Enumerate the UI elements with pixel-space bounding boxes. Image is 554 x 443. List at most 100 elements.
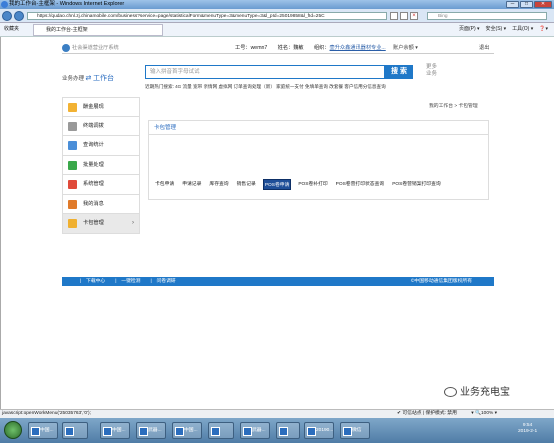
bing-search-input[interactable]: Bing [427, 12, 547, 20]
workbench-label[interactable]: 工作台 [93, 75, 114, 82]
cardpack-panel: 卡包管理 卡包申请 申请记录 库存查询 销售记录 POS卷申请 POS卷补打印 … [148, 120, 489, 200]
sidebar-menu: 酬金展现 终端调拨 查询统计 批量处理 系统管理 我的消息 卡包管理 › [62, 97, 140, 234]
help-menu[interactable]: ❓▾ [539, 23, 548, 36]
tab-pos-reprint[interactable]: POS卷补打印 [297, 179, 328, 190]
tab-sales-records[interactable]: 销售记录 [236, 179, 257, 190]
tab-pos-campaign-print[interactable]: POS卷营销案打印查询 [391, 179, 442, 190]
watermark: 业务充电宝 [444, 383, 510, 398]
query-icon [68, 141, 77, 150]
back-icon[interactable] [2, 11, 12, 21]
swap-icon: ⇄ [85, 75, 92, 82]
sidebar-item-batch[interactable]: 批量处理 [62, 155, 140, 175]
search-button[interactable]: 搜 索 [385, 65, 413, 79]
tab-stock-query[interactable]: 库存查询 [208, 179, 229, 190]
sidebar-item-label: 系统管理 [83, 181, 104, 187]
one-click-check-link[interactable]: | 一键检测 [115, 277, 140, 286]
taskbar-item[interactable]: 中国... [100, 422, 130, 439]
panel-tabs: 卡包申请 申请记录 库存查询 销售记录 POS卷申请 POS卷补打印 POS卷营… [154, 179, 442, 190]
cardpack-icon [68, 219, 77, 228]
footer-links: | 下载中心 | 一键检测 | 问卷调研 [80, 277, 176, 286]
survey-link[interactable]: | 问卷调研 [150, 277, 175, 286]
panel-title: 卡包管理 [149, 121, 488, 135]
clock-date: 2019-2-1 [518, 429, 538, 434]
command-bar: 页面(P) ▾ 安全(S) ▾ 工具(O) ▾ ❓▾ [459, 23, 548, 36]
system-icon [68, 180, 77, 189]
close-button[interactable]: ✕ [534, 1, 552, 8]
favorites-bar: 收藏夹 我的工作台-主框架 页面(P) ▾ 安全(S) ▾ 工具(O) ▾ ❓▾ [0, 23, 554, 37]
sidebar-item-label: 批量处理 [83, 161, 104, 168]
site-name: 社会渠道营业厅系统 [72, 45, 119, 51]
window-title: 我的工作台-主框架 - Windows Internet Explorer [9, 1, 125, 7]
org-link[interactable]: 壶升众鑫通讯器材专业... [330, 45, 386, 51]
taskbar-item[interactable] [62, 422, 88, 439]
address-input[interactable]: https://qudao.chnl.zj.chinamobile.com/bu… [27, 12, 387, 20]
sidebar-item-label: 查询统计 [83, 142, 104, 148]
tab-card-apply[interactable]: 卡包申请 [154, 179, 175, 190]
refresh-icon[interactable] [390, 12, 398, 20]
minimize-button[interactable]: ─ [506, 1, 519, 8]
tools-menu[interactable]: 工具(O) ▾ [512, 23, 533, 36]
user-details: 工号：wemn7 姓名：魏敏 组织： [235, 45, 330, 51]
rewards-icon [68, 103, 77, 112]
sidebar-item-cardpack[interactable]: 卡包管理 › [62, 214, 140, 234]
batch-icon [68, 160, 77, 170]
taskbar-item[interactable]: 武器... [136, 422, 166, 439]
tab-apply-records[interactable]: 申请记录 [181, 179, 202, 190]
site-footer: | 下载中心 | 一键检测 | 问卷调研 ©中国移动通信集团版权所有 [62, 277, 494, 286]
tab-pos-apply[interactable]: POS卷申请 [262, 179, 292, 190]
sidebar-item-label: 终端调拨 [83, 122, 104, 129]
safety-menu[interactable]: 安全(S) ▾ [486, 23, 507, 36]
watermark-text: 业务充电宝 [460, 387, 510, 398]
site-logo: 社会渠道营业厅系统 [62, 42, 119, 54]
status-bar: javascript:openWorkMenu('25035763','0');… [0, 409, 554, 418]
logout-link[interactable]: 退出 [479, 42, 489, 54]
zone-and-zoom[interactable]: ✔ 可信站点 | 保护模式: 禁用 ▾ 🔍100% ▾ [397, 410, 497, 418]
system-clock[interactable]: 9:54 2019-2-1 [518, 423, 537, 435]
taskbar-item[interactable]: 中国... [28, 422, 58, 439]
biz-label-text: 业务办理 [62, 76, 85, 82]
account-balance-menu[interactable]: 账户余额 ▾ [393, 42, 418, 54]
wechat-icon [444, 387, 457, 398]
taskbar: 中国... 中国... 武器... 中国... 武器... 20190... 微… [0, 418, 554, 443]
terminal-icon [68, 121, 77, 131]
window-controls: ─ □ ✕ [506, 1, 552, 8]
biz-label: 业务办理 ⇄ 工作台 [62, 73, 114, 83]
page-menu[interactable]: 页面(P) ▾ [459, 23, 480, 36]
ie-logo-icon [1, 1, 8, 8]
status-text: javascript:openWorkMenu('25035763','0'); [2, 411, 91, 416]
sidebar-item-messages[interactable]: 我的消息 [62, 194, 140, 214]
taskbar-item[interactable] [276, 422, 300, 439]
more-business-link[interactable]: 更多业务 [426, 64, 440, 78]
taskbar-item[interactable]: 中国... [172, 422, 202, 439]
sidebar-item-label: 我的消息 [83, 200, 104, 207]
favorites-button[interactable]: 收藏夹 [4, 23, 19, 36]
taskbar-item[interactable]: 20190... [304, 422, 334, 439]
sidebar-item-label: 酬金展现 [83, 104, 104, 110]
hot-searches[interactable]: 近期热门搜索: 4G 流量 宽带 亲情网 虚拟网 订单查询处理（新） 家庭统一支… [145, 84, 386, 90]
forward-icon[interactable] [14, 11, 24, 21]
sidebar-item-label: 卡包管理 [83, 220, 104, 226]
download-center-link[interactable]: | 下载中心 [80, 277, 105, 286]
sidebar-item-query[interactable]: 查询统计 [62, 136, 140, 156]
message-icon [68, 199, 77, 209]
maximize-button[interactable]: □ [520, 1, 533, 8]
compat-view-icon[interactable] [400, 12, 408, 20]
taskbar-item[interactable]: 微信 [340, 422, 370, 439]
sidebar-item-terminal[interactable]: 终端调拨 [62, 116, 140, 136]
user-info: 工号：wemn7 姓名：魏敏 组织：壶升众鑫通讯器材专业... [235, 42, 386, 54]
copyright: ©中国移动通信集团版权所有 [410, 279, 472, 284]
sidebar-item-rewards[interactable]: 酬金展现 [62, 97, 140, 117]
taskbar-item[interactable]: 武器... [240, 422, 270, 439]
start-button[interactable] [4, 421, 22, 439]
window-title-bar: 我的工作台-主框架 - Windows Internet Explorer ─ … [0, 0, 554, 9]
logo-icon [62, 43, 70, 52]
address-toolbar: https://qudao.chnl.zj.chinamobile.com/bu… [0, 9, 554, 23]
breadcrumb: 我的工作台 > 卡包管理 [429, 104, 478, 109]
sidebar-item-system[interactable]: 系统管理 [62, 175, 140, 195]
taskbar-item[interactable] [208, 422, 234, 439]
stop-icon[interactable]: × [410, 12, 418, 20]
site-header: 社会渠道营业厅系统 工号：wemn7 姓名：魏敏 组织：壶升众鑫通讯器材专业..… [62, 42, 494, 54]
search-input[interactable]: 输入拼音首字母试试 [145, 65, 385, 79]
browser-tab[interactable]: 我的工作台-主框架 [33, 24, 163, 36]
tab-pos-print-status[interactable]: POS卷营打印状态查询 [335, 179, 386, 190]
